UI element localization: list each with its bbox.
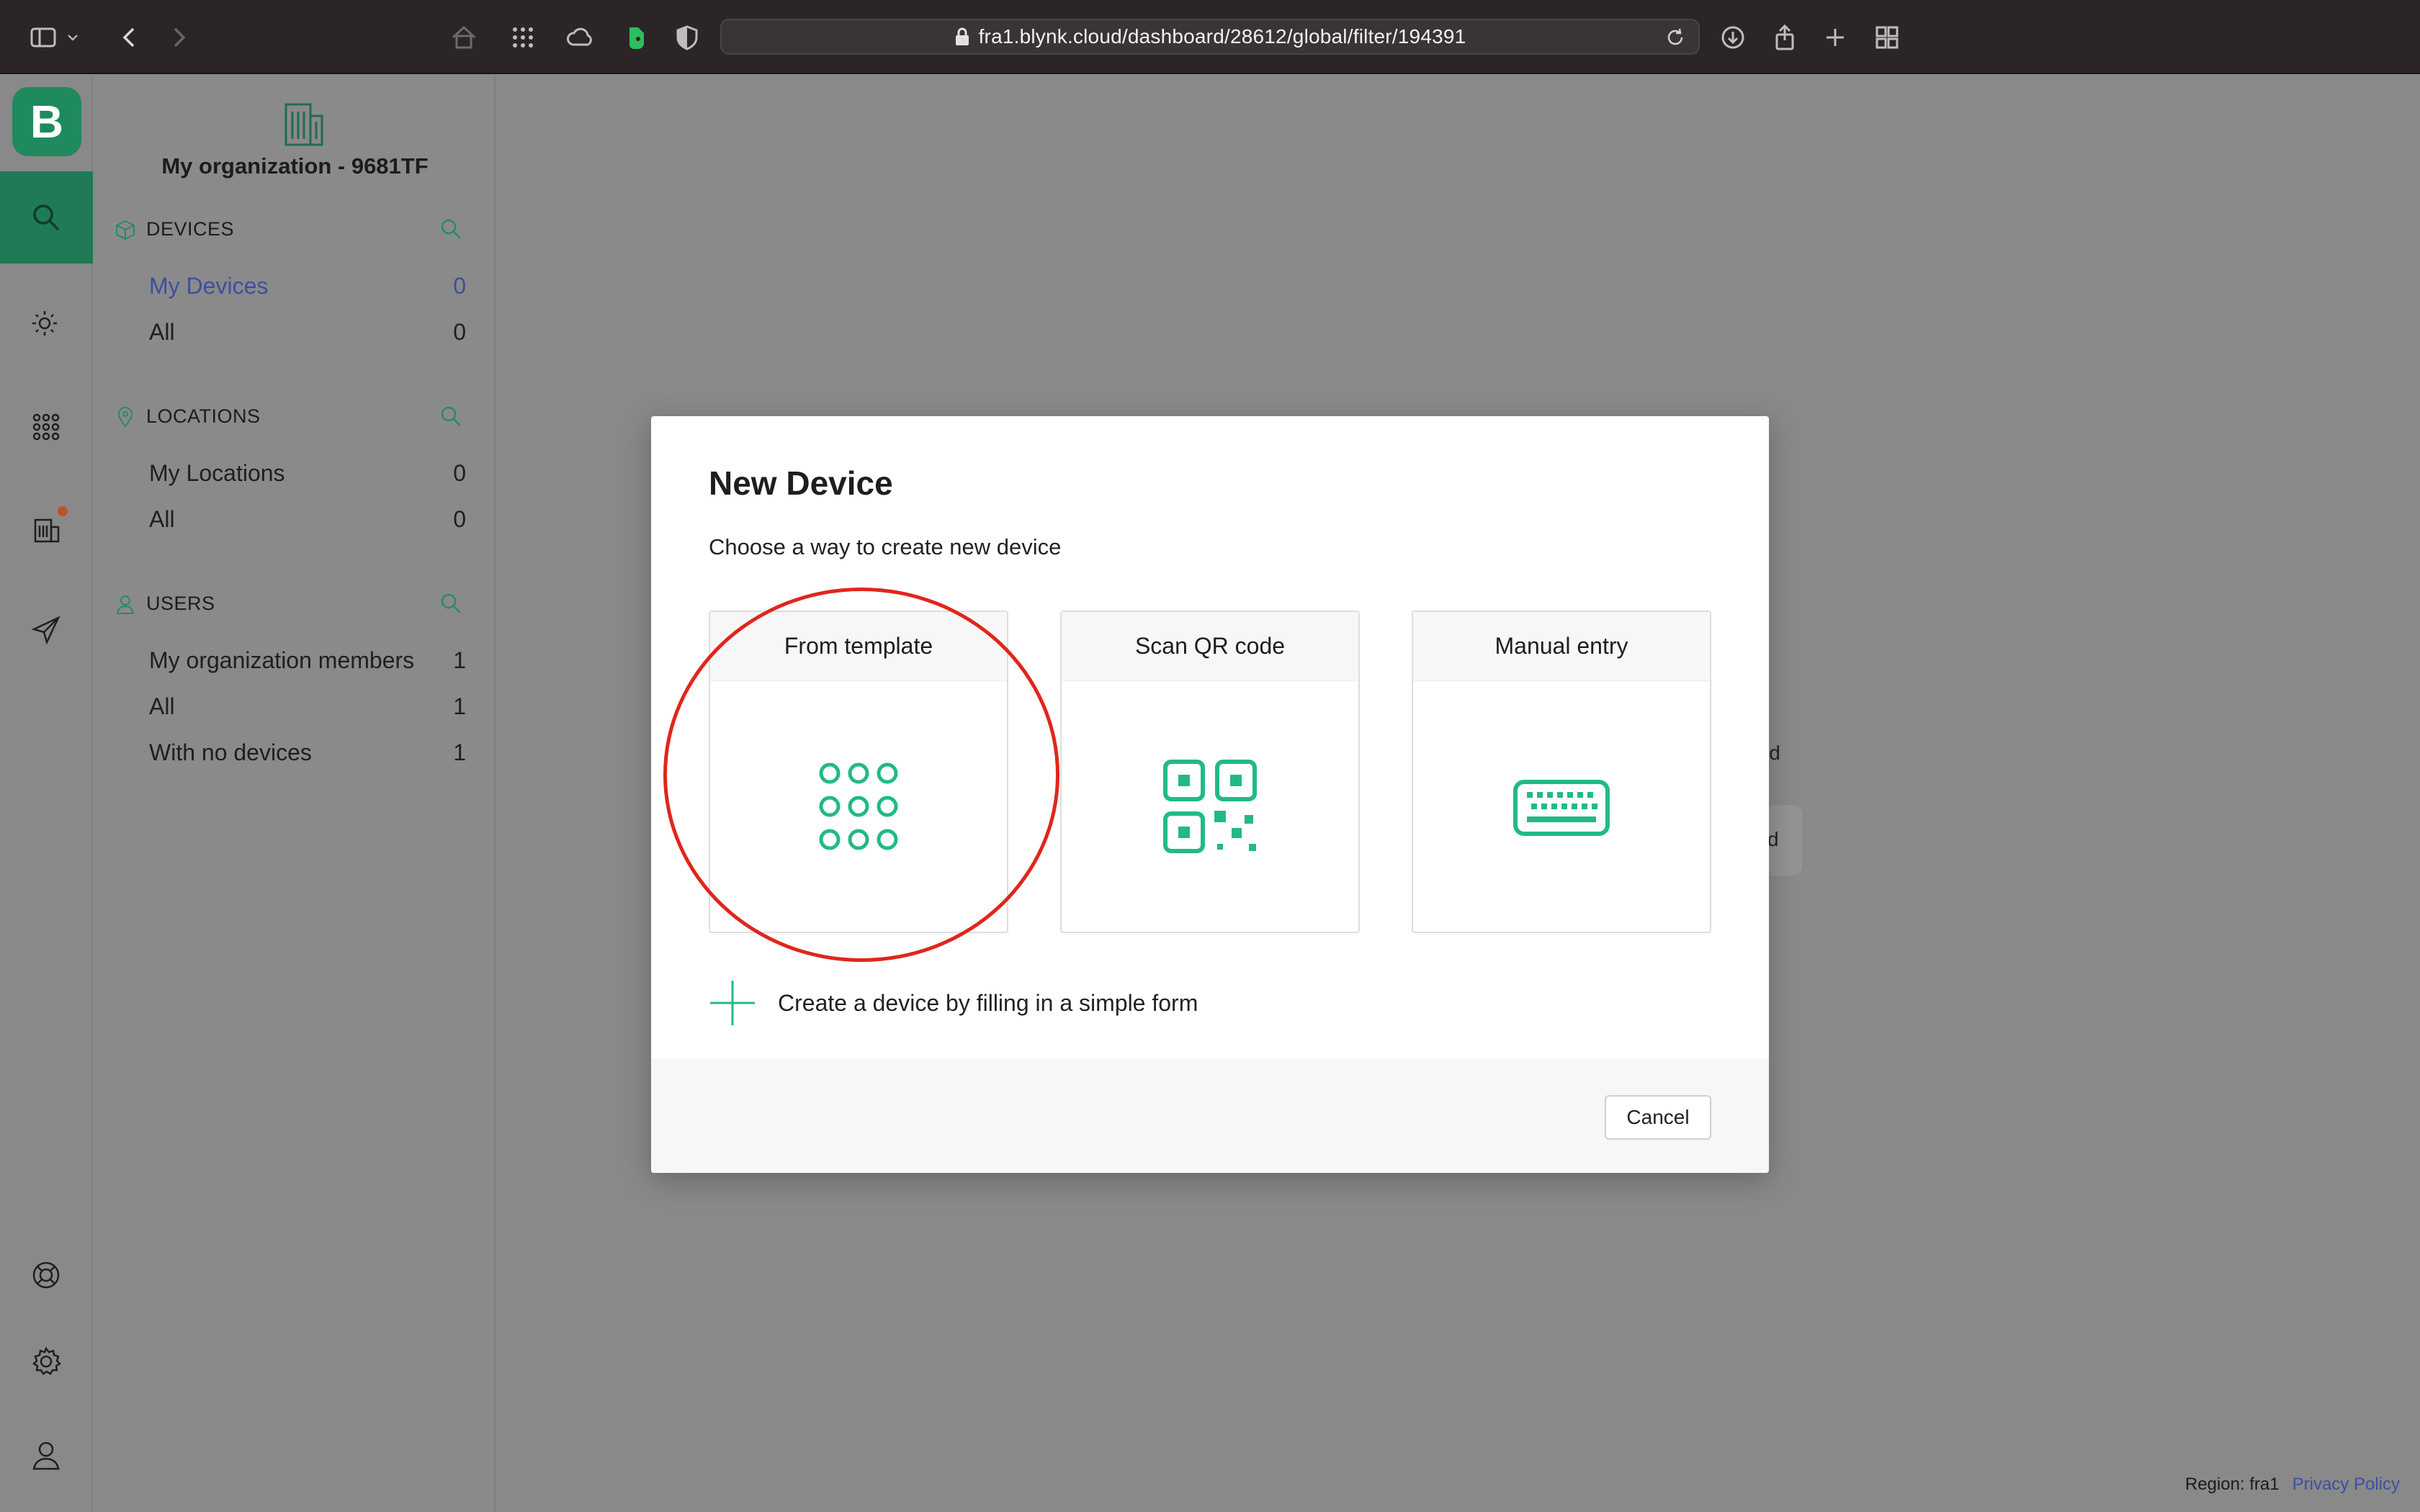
sidebar-item-label: All	[149, 506, 175, 532]
shield-icon[interactable]	[668, 19, 706, 56]
users-header-label: USERS	[146, 593, 215, 614]
dialog-subtitle: Choose a way to create new device	[709, 534, 1062, 559]
option-scan-qr[interactable]: Scan QR code	[1060, 611, 1360, 933]
back-icon[interactable]	[111, 19, 148, 56]
location-pin-icon	[117, 406, 133, 428]
sidebar-item-all-users[interactable]: All 1	[149, 693, 466, 720]
sidebar-panel: My organization - 9681TF DEVICES My Devi…	[94, 76, 496, 1512]
cube-icon	[116, 220, 135, 240]
locations-search-icon[interactable]	[439, 404, 463, 428]
search-icon[interactable]	[27, 199, 65, 236]
option-label: From template	[710, 612, 1007, 681]
sidebar-item-all-devices[interactable]: All 0	[149, 319, 466, 346]
apps-grid-icon[interactable]	[504, 19, 542, 56]
locations-section-header: LOCATIONS	[115, 405, 261, 428]
sidebar-item-org-members[interactable]: My organization members 1	[149, 647, 466, 674]
new-tab-icon[interactable]	[1816, 19, 1854, 56]
keyboard-icon	[1513, 780, 1610, 836]
cloud-icon[interactable]	[562, 19, 599, 56]
notification-dot	[58, 506, 68, 516]
grid-icon[interactable]	[27, 408, 65, 446]
settings-icon[interactable]	[27, 1343, 65, 1380]
sidebar-item-my-devices[interactable]: My Devices 0	[149, 273, 466, 300]
sidebar-item-count: 0	[453, 460, 466, 486]
option-manual-entry[interactable]: Manual entry	[1412, 611, 1711, 933]
dots-grid-icon	[819, 762, 898, 850]
privacy-policy-link[interactable]: Privacy Policy	[2293, 1475, 2400, 1495]
users-section-header: USERS	[115, 593, 215, 615]
sidebar-item-count: 0	[453, 506, 466, 532]
address-bar[interactable]: fra1.blynk.cloud/dashboard/28612/global/…	[720, 19, 1700, 55]
sidebar-item-count: 0	[453, 319, 466, 345]
dialog-title: New Device	[709, 464, 893, 502]
sidebar-item-label: All	[149, 693, 175, 719]
url-text: fra1.blynk.cloud/dashboard/28612/global/…	[978, 25, 1466, 48]
sidebar-item-all-locations[interactable]: All 0	[149, 506, 466, 533]
browser-toolbar: fra1.blynk.cloud/dashboard/28612/global/…	[0, 0, 2420, 74]
sidebar-item-count: 1	[453, 739, 466, 765]
region-text: Region: fra1	[2184, 1475, 2280, 1494]
form-link-label: Create a device by filling in a simple f…	[778, 989, 1198, 1016]
help-icon[interactable]	[27, 1256, 65, 1294]
user-icon[interactable]	[27, 1436, 65, 1474]
lock-icon	[955, 27, 969, 45]
new-device-dialog: New Device Choose a way to create new de…	[651, 416, 1769, 1173]
background-button-fragment: d	[1767, 828, 1779, 850]
sun-icon[interactable]	[27, 306, 65, 343]
cancel-button[interactable]: Cancel	[1605, 1095, 1711, 1140]
option-from-template[interactable]: From template	[709, 611, 1008, 933]
organization-icon	[284, 103, 323, 146]
qr-code-icon	[1163, 760, 1257, 853]
forward-icon[interactable]	[160, 19, 197, 56]
share-icon[interactable]	[1766, 19, 1803, 56]
sidebar-item-label: My organization members	[149, 647, 415, 673]
download-icon[interactable]	[1714, 19, 1752, 56]
sidebar-item-label: With no devices	[149, 739, 312, 765]
devices-search-icon[interactable]	[439, 217, 463, 241]
sidebar-item-label: My Devices	[149, 273, 269, 299]
plus-icon	[710, 981, 755, 1025]
option-label: Manual entry	[1413, 612, 1710, 681]
users-search-icon[interactable]	[439, 591, 463, 616]
sidebar-item-my-locations[interactable]: My Locations 0	[149, 460, 466, 487]
devices-header-label: DEVICES	[146, 218, 235, 240]
locations-header-label: LOCATIONS	[146, 405, 261, 427]
sidebar-item-count: 1	[453, 647, 466, 673]
create-by-form-link[interactable]: Create a device by filling in a simple f…	[709, 979, 1198, 1027]
building-icon[interactable]	[27, 510, 65, 548]
send-icon[interactable]	[27, 611, 65, 649]
user-outline-icon	[116, 595, 135, 614]
sidebar-item-label: My Locations	[149, 460, 285, 486]
reload-icon[interactable]	[1664, 26, 1687, 49]
sidebar-item-label: All	[149, 319, 175, 345]
devices-section-header: DEVICES	[115, 218, 234, 240]
organization-name[interactable]: My organization - 9681TF	[94, 153, 496, 179]
left-rail: B	[0, 76, 93, 1512]
tab-overview-icon[interactable]	[1868, 19, 1906, 56]
option-label: Scan QR code	[1062, 612, 1358, 681]
dialog-footer: Cancel	[651, 1058, 1769, 1173]
sidebar-item-count: 1	[453, 693, 466, 719]
sidebar-item-no-devices[interactable]: With no devices 1	[149, 739, 466, 766]
page-footer: Region: fra1 Privacy Policy	[2185, 1475, 2400, 1495]
sidebar-item-count: 0	[453, 273, 466, 299]
sidebar-toggle-icon[interactable]	[24, 19, 62, 56]
home-icon[interactable]	[445, 19, 483, 56]
evernote-icon[interactable]	[617, 19, 654, 56]
blynk-logo[interactable]: B	[12, 87, 81, 156]
chevron-down-icon[interactable]	[62, 19, 84, 56]
